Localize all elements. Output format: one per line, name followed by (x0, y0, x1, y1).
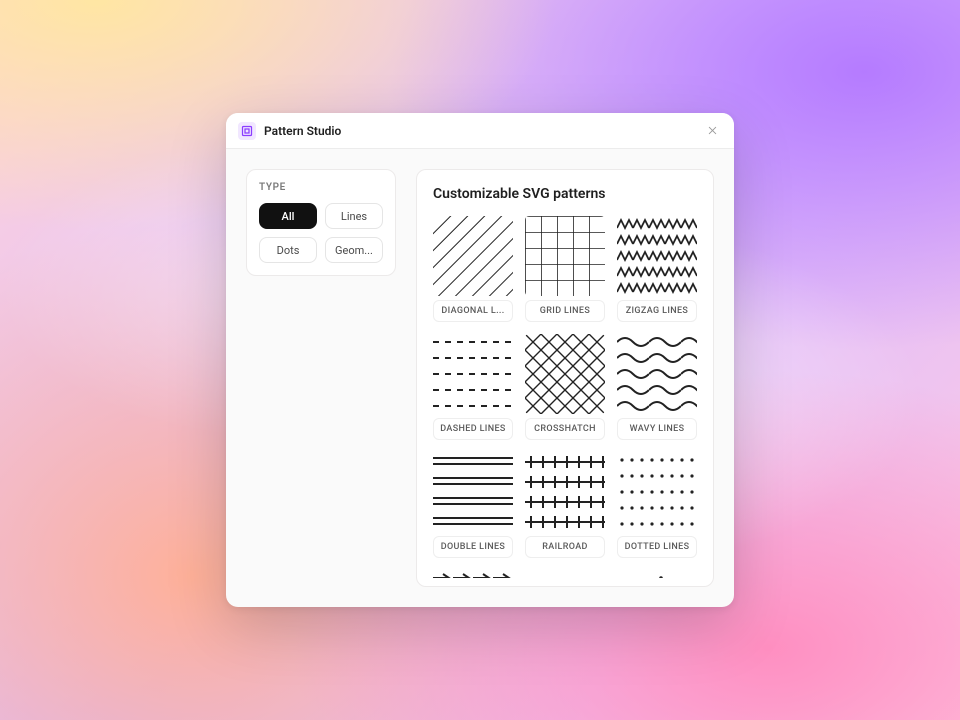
patterns-heading: Customizable SVG patterns (433, 186, 697, 202)
sidebar: TYPE All Lines Dots Geom... (246, 169, 396, 587)
app-title: Pattern Studio (264, 124, 702, 138)
pattern-arrow-lines[interactable]: ARROW LINES (433, 570, 513, 578)
pattern-swatch-icon (433, 570, 513, 578)
pattern-swatch-icon (433, 216, 513, 296)
filter-pill-lines[interactable]: Lines (325, 203, 383, 229)
pattern-swatch-icon (433, 334, 513, 414)
pattern-diagonal-lines[interactable]: DIAGONAL L... (433, 216, 513, 322)
pattern-swatch-icon (617, 216, 697, 296)
type-section-label: TYPE (259, 182, 383, 193)
filter-pill-dots[interactable]: Dots (259, 237, 317, 263)
pattern-random-dots[interactable]: RANDOM DOTS (617, 570, 697, 578)
close-button[interactable] (702, 121, 722, 141)
pattern-label: WAVY LINES (617, 418, 697, 440)
main-area: Customizable SVG patterns DIA (416, 169, 714, 587)
type-filter-card: TYPE All Lines Dots Geom... (246, 169, 396, 276)
pattern-grid: DIAGONAL L... GRID LINES (433, 216, 697, 578)
pattern-double-lines[interactable]: DOUBLE LINES (433, 452, 513, 558)
pattern-swatch-icon (617, 452, 697, 532)
pattern-swatch-icon (617, 570, 697, 578)
pattern-wavy-lines[interactable]: WAVY LINES (617, 334, 697, 440)
filter-pill-all[interactable]: All (259, 203, 317, 229)
pattern-grid-lines[interactable]: GRID LINES (525, 216, 605, 322)
pattern-label: DASHED LINES (433, 418, 513, 440)
pattern-dashed-lines[interactable]: DASHED LINES (433, 334, 513, 440)
pattern-label: DOTTED LINES (617, 536, 697, 558)
app-window: Pattern Studio TYPE All Lines Dots Geom.… (226, 113, 734, 607)
pattern-zigzag-lines[interactable]: ZIGZAG LINES (617, 216, 697, 322)
pattern-swatch-icon (433, 452, 513, 532)
pattern-railroad[interactable]: RAILROAD (525, 452, 605, 558)
pattern-swatch-icon (525, 452, 605, 532)
pattern-label: RAILROAD (525, 536, 605, 558)
pattern-crosshatch[interactable]: CROSSHATCH (525, 334, 605, 440)
pattern-label: CROSSHATCH (525, 418, 605, 440)
pattern-swatch-icon (525, 216, 605, 296)
pattern-label: DOUBLE LINES (433, 536, 513, 558)
filter-pill-grid: All Lines Dots Geom... (259, 203, 383, 263)
pattern-dotted-lines[interactable]: DOTTED LINES (617, 452, 697, 558)
pattern-label: DIAGONAL L... (433, 300, 513, 322)
app-logo-icon (238, 122, 256, 140)
pattern-sparse-dots[interactable]: SPARSE DOTS (525, 570, 605, 578)
pattern-swatch-icon (525, 334, 605, 414)
pattern-label: GRID LINES (525, 300, 605, 322)
pattern-swatch-icon (525, 570, 605, 578)
patterns-card: Customizable SVG patterns DIA (416, 169, 714, 587)
pattern-label: ZIGZAG LINES (617, 300, 697, 322)
body-area: TYPE All Lines Dots Geom... Customizable… (226, 149, 734, 607)
filter-pill-geometric[interactable]: Geom... (325, 237, 383, 263)
titlebar: Pattern Studio (226, 113, 734, 149)
pattern-swatch-icon (617, 334, 697, 414)
